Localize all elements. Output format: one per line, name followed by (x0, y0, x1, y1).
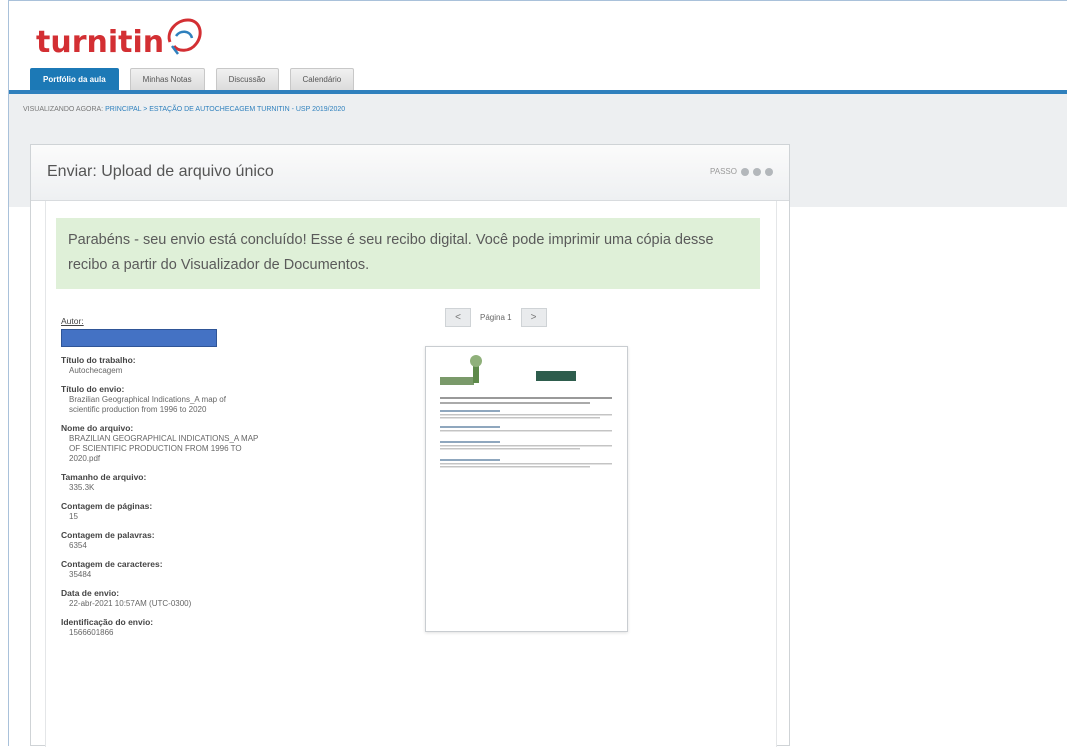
breadcrumb-path-link[interactable]: PRINCIPAL > ESTAÇÃO DE AUTOCHECAGEM TURN… (105, 106, 345, 113)
tab-my-grades[interactable]: Minhas Notas (129, 68, 205, 90)
step-dot-3 (765, 167, 773, 176)
step-dot-2 (753, 167, 761, 176)
field-value: BRAZILIAN GEOGRAPHICAL INDICATIONS_A MAP… (69, 434, 259, 463)
field-character-count: Contagem de caracteres: 35484 (61, 559, 381, 580)
field-label: Data de envio: (61, 588, 120, 598)
journal-banner (536, 371, 576, 381)
field-file-size: Tamanho de arquivo: 335.3K (61, 472, 381, 493)
logo-swirl-icon (167, 18, 202, 55)
breadcrumb: VISUALIZANDO AGORA: PRINCIPAL > ESTAÇÃO … (23, 106, 345, 113)
tab-discussion[interactable]: Discussão (215, 68, 279, 90)
field-assignment-title: Título do trabalho: Autochecagem (61, 355, 381, 376)
success-message: Parabéns - seu envio está concluído! Ess… (56, 218, 760, 289)
step-dot-1 (741, 167, 749, 176)
field-label: Título do envio: (61, 384, 125, 394)
tab-class-portfolio[interactable]: Portfólio da aula (30, 68, 119, 90)
field-label: Contagem de caracteres: (61, 559, 163, 569)
field-file-name: Nome do arquivo: BRAZILIAN GEOGRAPHICAL … (61, 423, 381, 464)
field-label: Contagem de palavras: (61, 530, 155, 540)
next-page-button[interactable]: > (520, 308, 547, 327)
step-indicator: PASSO (710, 167, 773, 176)
field-submission-title: Título do envio: Brazilian Geographical … (61, 384, 381, 415)
turnitin-logo[interactable]: turnitin (36, 12, 208, 58)
breadcrumb-prefix: VISUALIZANDO AGORA: (23, 106, 104, 113)
field-value: 35484 (69, 570, 92, 579)
logo-text: turnitin (36, 25, 165, 60)
journal-logo-icon (440, 355, 482, 385)
field-value: Brazilian Geographical Indications_A map… (69, 395, 226, 414)
field-value: 1566601866 (69, 628, 114, 637)
page-indicator: Página 1 (480, 313, 512, 322)
panel-header: Enviar: Upload de arquivo único PASSO (31, 145, 789, 201)
field-value: Autochecagem (69, 366, 123, 375)
field-value: 335.3K (69, 483, 95, 492)
field-label: Identificação do envio: (61, 617, 154, 627)
field-label: Nome do arquivo: (61, 423, 134, 433)
panel-title: Enviar: Upload de arquivo único (47, 163, 274, 180)
tab-calendar[interactable]: Calendário (289, 68, 355, 90)
field-word-count: Contagem de palavras: 6354 (61, 530, 381, 551)
previous-page-button[interactable]: < (445, 308, 471, 327)
field-label: Título do trabalho: (61, 355, 136, 365)
field-value: 15 (69, 512, 78, 521)
field-value: 22-abr-2021 10:57AM (UTC-0300) (69, 599, 192, 608)
field-submission-date: Data de envio: 22-abr-2021 10:57AM (UTC-… (61, 588, 381, 609)
field-page-count: Contagem de páginas: 15 (61, 501, 381, 522)
step-label: PASSO (710, 167, 737, 176)
receipt-details: Autor: Título do trabalho: Autochecagem … (61, 316, 381, 646)
document-page-image (440, 355, 612, 468)
field-label: Contagem de páginas: (61, 501, 153, 511)
author-redaction (61, 329, 217, 347)
page-navigator: < Página 1 > (445, 308, 547, 327)
window-top-border (8, 0, 1067, 1)
field-submission-id: Identificação do envio: 1566601866 (61, 617, 381, 638)
document-preview-thumbnail[interactable] (425, 346, 628, 632)
author-label: Autor: (61, 316, 84, 326)
field-author: Autor: (61, 316, 381, 347)
course-tabs: Portfólio da aula Minhas Notas Discussão… (30, 68, 355, 90)
field-value: 6354 (69, 541, 87, 550)
field-label: Tamanho de arquivo: (61, 472, 147, 482)
